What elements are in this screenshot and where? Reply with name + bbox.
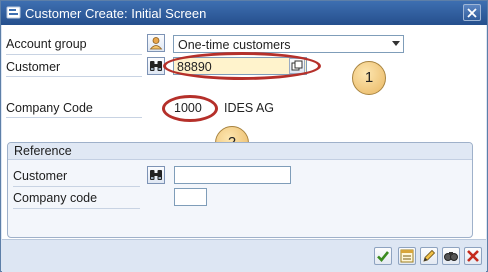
close-icon (467, 8, 477, 18)
bottom-toolbar (2, 239, 486, 272)
account-group-help-button[interactable] (147, 34, 165, 52)
window-title: Customer Create: Initial Screen (25, 6, 207, 21)
company-name: IDES AG (224, 101, 275, 115)
reference-company-code-input[interactable] (174, 188, 207, 206)
cancel-x-icon (467, 250, 479, 262)
close-button[interactable] (463, 4, 481, 21)
account-group-select[interactable]: One-time customers (173, 35, 404, 53)
reference-header: Reference (14, 144, 72, 158)
binoculars-icon (444, 252, 458, 261)
reference-customer-search-button[interactable] (147, 166, 165, 184)
confirm-button[interactable] (374, 247, 392, 265)
binoculars-icon (150, 61, 162, 71)
pencil-icon (423, 249, 436, 262)
divider (13, 208, 140, 209)
edit-button[interactable] (420, 247, 438, 265)
account-group-value: One-time customers (178, 38, 291, 52)
data-sheet-icon (400, 249, 414, 263)
data-button[interactable] (398, 247, 416, 265)
customer-label: Customer (6, 60, 61, 74)
reference-header-bar: Reference (8, 143, 472, 160)
callout-badge-1: 1 (352, 61, 386, 95)
reference-company-code-label: Company code (13, 191, 98, 205)
callout-ring-2 (162, 95, 218, 122)
checkmark-icon (377, 251, 390, 262)
reference-customer-input[interactable] (174, 166, 291, 184)
divider (13, 186, 140, 187)
reference-customer-label: Customer (13, 169, 68, 183)
person-icon (149, 37, 163, 50)
main-content: Account group One-time customers Custome… (2, 25, 486, 239)
company-code-label: Company Code (6, 101, 93, 115)
callout-ring-1 (163, 52, 321, 80)
cancel-button[interactable] (464, 247, 482, 265)
divider (6, 54, 142, 55)
dialog-window: Customer Create: Initial Screen Account … (0, 0, 488, 272)
reference-group: Reference Customer Company code (7, 142, 473, 238)
binoculars-icon (150, 170, 162, 180)
sap-app-icon (6, 6, 21, 19)
divider (6, 76, 142, 77)
divider (6, 117, 142, 118)
title-bar: Customer Create: Initial Screen (1, 1, 487, 25)
search-button[interactable] (442, 247, 460, 265)
account-group-label: Account group (6, 37, 87, 51)
chevron-down-icon (392, 41, 400, 46)
